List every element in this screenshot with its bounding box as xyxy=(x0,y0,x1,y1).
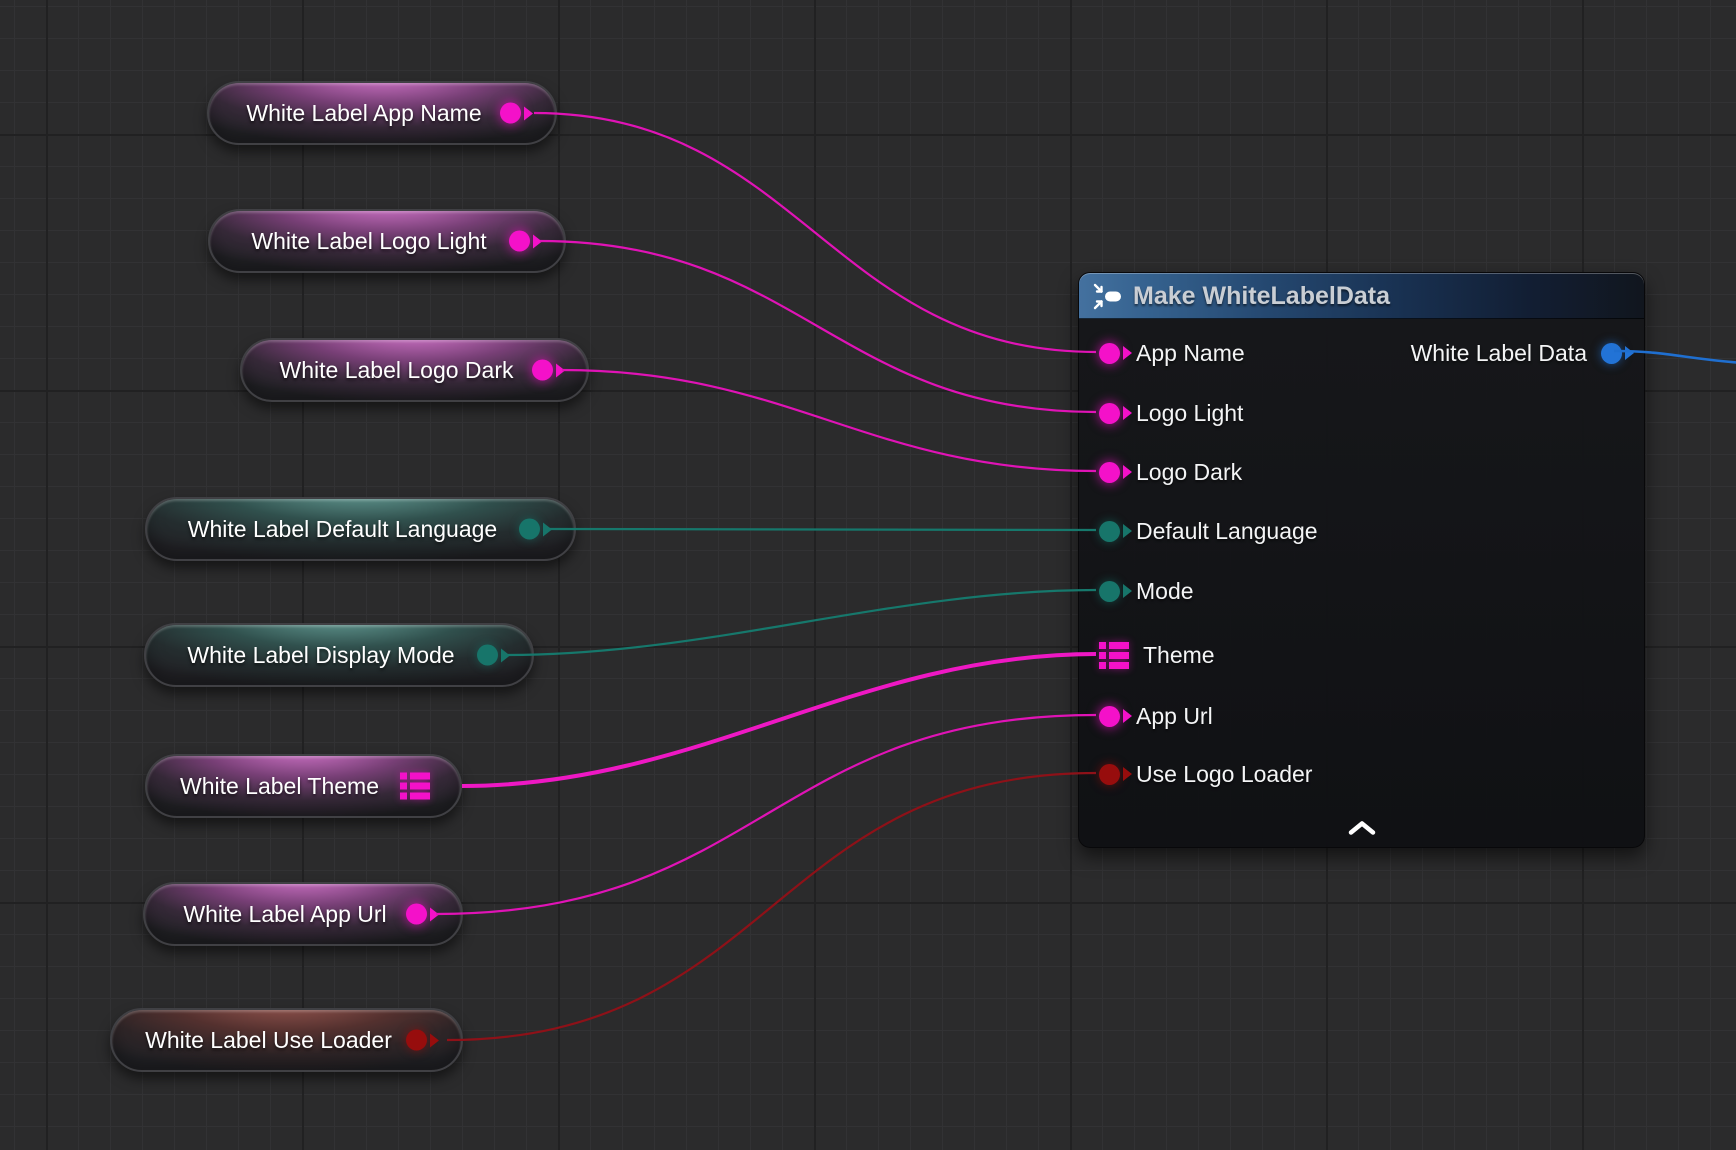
make-whitelabeldata-node[interactable]: Make WhiteLabelData App Name Logo Light … xyxy=(1078,272,1645,848)
variable-node-white-label-display-mode[interactable]: White Label Display Mode xyxy=(144,623,534,687)
string-output-pin[interactable] xyxy=(406,904,427,925)
variable-node-label: White Label Logo Light xyxy=(251,228,486,255)
variable-node-white-label-default-language[interactable]: White Label Default Language xyxy=(145,497,576,561)
pin-circle-icon xyxy=(477,645,498,666)
variable-node-label: White Label Theme xyxy=(180,773,379,800)
collapse-node-button[interactable] xyxy=(1340,815,1384,841)
pin-arrow-icon xyxy=(1123,346,1132,360)
string-input-pin[interactable] xyxy=(1099,403,1120,424)
pin-arrow-icon xyxy=(524,106,533,120)
pin-label: App Name xyxy=(1136,340,1245,367)
pin-circle-icon xyxy=(406,904,427,925)
input-pin-row-app-url[interactable]: App Url xyxy=(1099,702,1213,730)
variable-node-label: White Label App Name xyxy=(246,100,481,127)
string-output-pin[interactable] xyxy=(500,103,521,124)
input-pin-row-app-name[interactable]: App Name xyxy=(1099,339,1245,367)
string-input-pin[interactable] xyxy=(1099,343,1120,364)
variable-node-label: White Label Use Loader xyxy=(145,1027,392,1054)
variable-node-label: White Label Default Language xyxy=(188,516,497,543)
make-struct-icon xyxy=(1093,283,1123,310)
pin-circle-icon xyxy=(532,360,553,381)
chevron-up-icon xyxy=(1347,820,1377,836)
wire-logo-light[interactable] xyxy=(540,241,1096,412)
output-pin-row-white-label-data[interactable]: White Label Data xyxy=(1411,339,1622,367)
string-input-pin[interactable] xyxy=(1099,706,1120,727)
pin-arrow-icon xyxy=(1123,709,1132,723)
enum-output-pin[interactable] xyxy=(519,519,540,540)
enum-input-pin[interactable] xyxy=(1099,581,1120,602)
pin-label: Use Logo Loader xyxy=(1136,761,1312,788)
pin-arrow-icon xyxy=(1123,406,1132,420)
pin-arrow-icon xyxy=(1123,767,1132,781)
wire-app-url[interactable] xyxy=(436,715,1096,914)
pin-arrow-icon xyxy=(1123,584,1132,598)
pin-label: Theme xyxy=(1143,642,1215,669)
wire-logo-dark[interactable] xyxy=(562,370,1096,471)
enum-input-pin[interactable] xyxy=(1099,521,1120,542)
variable-node-label: White Label Logo Dark xyxy=(280,357,514,384)
data-output-pin[interactable] xyxy=(1601,343,1622,364)
pin-label: Logo Light xyxy=(1136,400,1243,427)
boolean-input-pin[interactable] xyxy=(1099,764,1120,785)
string-output-pin[interactable] xyxy=(532,360,553,381)
node-header[interactable]: Make WhiteLabelData xyxy=(1079,273,1644,319)
pin-label: White Label Data xyxy=(1411,340,1587,367)
variable-node-label: White Label Display Mode xyxy=(187,642,454,669)
string-output-pin[interactable] xyxy=(509,231,530,252)
pin-label: Default Language xyxy=(1136,518,1318,545)
string-input-pin[interactable] xyxy=(1099,462,1120,483)
variable-node-white-label-app-url[interactable]: White Label App Url xyxy=(143,882,463,946)
variable-node-white-label-use-loader[interactable]: White Label Use Loader xyxy=(110,1008,463,1072)
input-pin-row-use-logo-loader[interactable]: Use Logo Loader xyxy=(1099,760,1312,788)
input-pin-row-default-language[interactable]: Default Language xyxy=(1099,517,1318,545)
variable-node-white-label-logo-light[interactable]: White Label Logo Light xyxy=(208,209,566,273)
variable-node-white-label-theme[interactable]: White Label Theme xyxy=(145,754,462,818)
blueprint-graph-canvas[interactable]: White Label App Name White Label Logo Li… xyxy=(0,0,1736,1150)
node-title: Make WhiteLabelData xyxy=(1133,282,1390,311)
pin-arrow-icon xyxy=(1123,465,1132,479)
input-pin-row-mode[interactable]: Mode xyxy=(1099,577,1194,605)
pin-circle-icon xyxy=(500,103,521,124)
boolean-output-pin[interactable] xyxy=(406,1030,427,1051)
wire-app-name[interactable] xyxy=(534,113,1096,352)
pin-label: App Url xyxy=(1136,703,1213,730)
variable-node-white-label-app-name[interactable]: White Label App Name xyxy=(207,81,557,145)
wire-theme[interactable] xyxy=(462,654,1096,786)
input-pin-row-logo-light[interactable]: Logo Light xyxy=(1099,399,1243,427)
enum-output-pin[interactable] xyxy=(477,645,498,666)
input-pin-row-logo-dark[interactable]: Logo Dark xyxy=(1099,458,1242,486)
input-pin-row-theme[interactable]: Theme xyxy=(1099,641,1215,669)
struct-input-pin-icon[interactable] xyxy=(1099,642,1129,669)
variable-node-white-label-logo-dark[interactable]: White Label Logo Dark xyxy=(240,338,589,402)
wire-default-language[interactable] xyxy=(549,529,1096,530)
wire-display-mode[interactable] xyxy=(508,590,1096,655)
pin-circle-icon xyxy=(406,1030,427,1051)
pin-arrow-icon xyxy=(1123,524,1132,538)
pin-label: Mode xyxy=(1136,578,1194,605)
pin-arrow-icon xyxy=(430,1033,439,1047)
pin-circle-icon xyxy=(509,231,530,252)
pin-arrow-icon xyxy=(1625,346,1634,360)
pin-label: Logo Dark xyxy=(1136,459,1242,486)
variable-node-label: White Label App Url xyxy=(183,901,386,928)
wire-use-loader[interactable] xyxy=(447,773,1096,1040)
struct-output-pin-icon[interactable] xyxy=(400,773,430,800)
pin-circle-icon xyxy=(519,519,540,540)
